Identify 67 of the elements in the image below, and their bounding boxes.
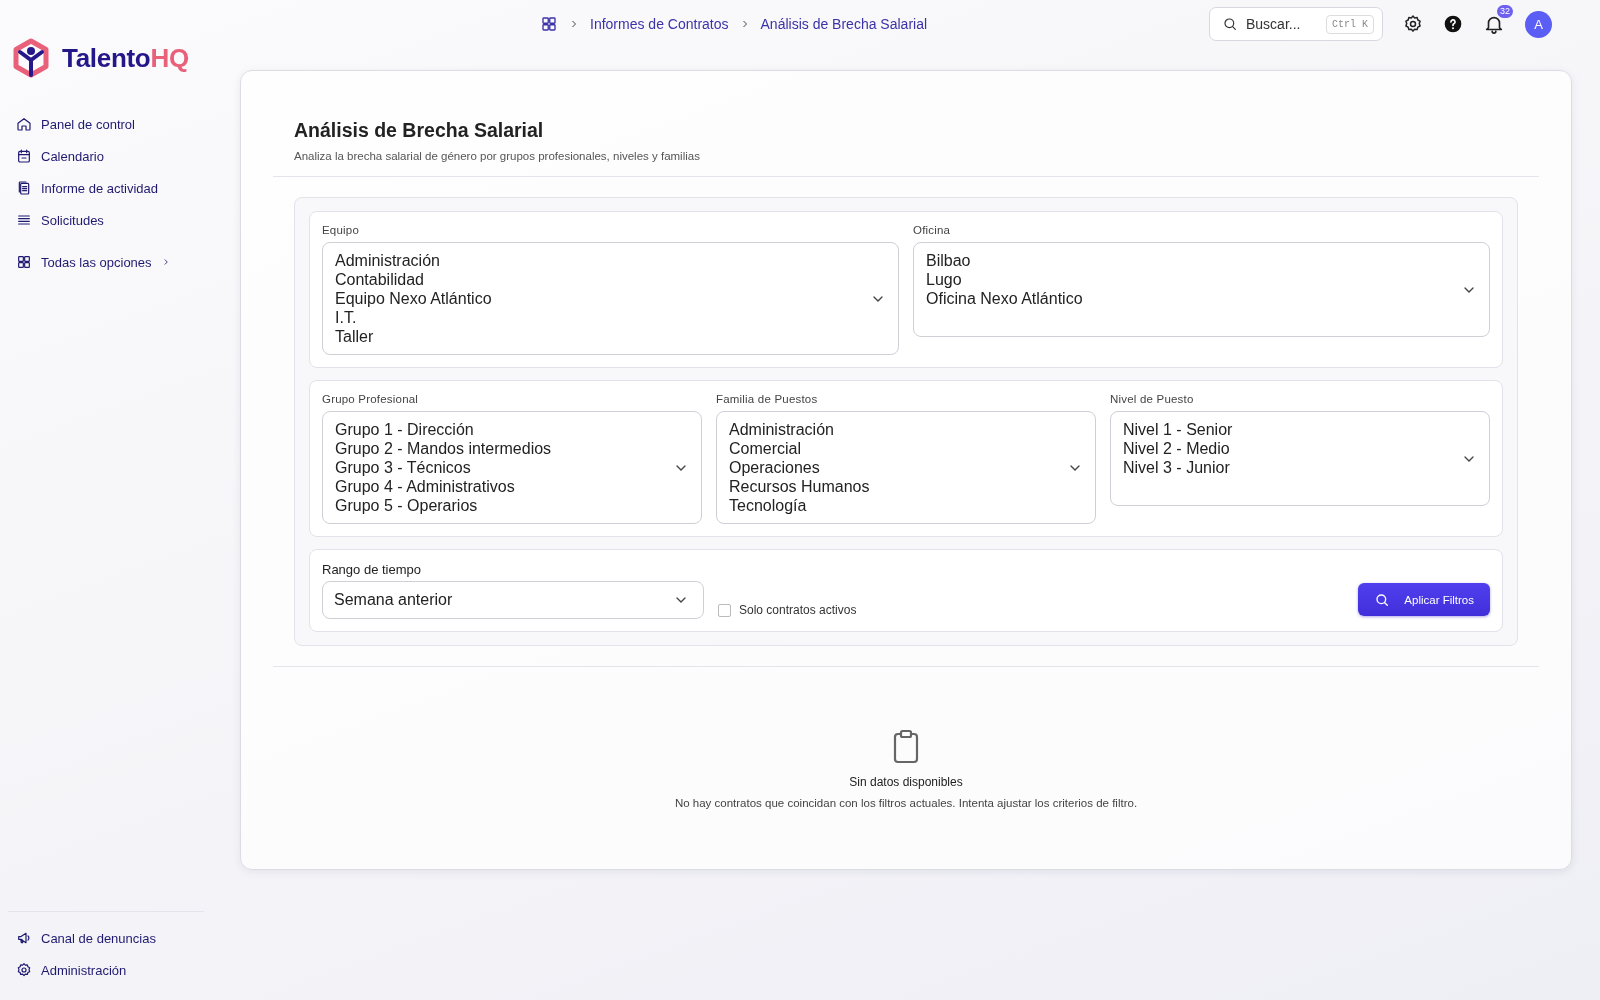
time-range-select[interactable]: Semana anterior [322, 581, 704, 619]
breadcrumb-link[interactable]: Análisis de Brecha Salarial [760, 16, 928, 32]
nav-item[interactable]: Administración [16, 954, 127, 986]
list-option[interactable]: Nivel 3 - Junior [1123, 458, 1230, 477]
nav-item[interactable]: Solicitudes [16, 204, 104, 236]
search-icon [1222, 16, 1238, 32]
field-label: Nivel de Puesto [1110, 393, 1195, 405]
field-label: Familia de Puestos [716, 393, 819, 405]
page-subtitle: Analiza la brecha salarial de género por grupos profesionales, niveles y familias [294, 150, 701, 162]
list-option[interactable]: Recursos Humanos [729, 477, 870, 496]
list-option[interactable]: Comercial [729, 439, 801, 458]
list-option[interactable]: Taller [335, 327, 374, 346]
field-label: Rango de tiempo [322, 562, 422, 577]
field-label: Oficina [913, 224, 952, 236]
list-option[interactable]: Administración [335, 251, 440, 270]
search-field[interactable]: Buscar... Ctrl K [1209, 7, 1383, 41]
nav-item[interactable]: Todas las opciones [16, 246, 171, 278]
list-option[interactable]: Grupo 4 - Administrativos [335, 477, 515, 496]
list-option[interactable]: Bilbao [926, 251, 971, 270]
brand-name: TalentoHQ [62, 42, 189, 74]
help-icon[interactable] [1443, 14, 1463, 34]
list-icon [16, 212, 32, 228]
settings-icon [16, 962, 32, 978]
list-option[interactable]: Grupo 2 - Mandos intermedios [335, 439, 552, 458]
multi-select-list[interactable]: Administración Comercial Operaciones Recursos Humanos Tecnología [716, 411, 1096, 524]
empty-state-title: Sin datos disponibles [849, 775, 963, 789]
grid-icon[interactable] [540, 15, 558, 33]
list-option[interactable]: Nivel 1 - Senior [1123, 420, 1233, 439]
checkbox-label: Solo contratos activos [739, 603, 857, 617]
list-option[interactable]: I.T. [335, 308, 357, 327]
list-option[interactable]: Grupo 5 - Operarios [335, 496, 478, 515]
list-option[interactable]: Oficina Nexo Atlántico [926, 289, 1083, 308]
calendar-icon [16, 148, 32, 164]
apply-filters-button[interactable]: Aplicar Filtros [1358, 583, 1490, 616]
list-option[interactable]: Operaciones [729, 458, 820, 477]
multi-select-list[interactable]: Grupo 1 - Dirección Grupo 2 - Mandos intermedios Grupo 3 - Técnicos Grupo 4 - Administrativos Grupo 5 - Operarios [322, 411, 702, 524]
empty-state-message: No hay contratos que coincidan con los filtros actuales. Intenta ajustar los criterios de filtro. [674, 797, 1138, 809]
page-title: Análisis de Brecha Salarial [294, 119, 545, 142]
multi-select-list[interactable]: Administración Contabilidad Equipo Nexo Atlántico I.T. Taller [322, 242, 899, 355]
multi-select-list[interactable]: Nivel 1 - Senior Nivel 2 - Medio Nivel 3 - Junior [1110, 411, 1490, 506]
field-label: Equipo [322, 224, 360, 236]
search-icon [1374, 591, 1391, 608]
list-option[interactable]: Grupo 1 - Dirección [335, 420, 474, 439]
avatar[interactable]: A [1525, 10, 1552, 38]
list-option[interactable]: Tecnología [729, 496, 807, 515]
home-icon [16, 116, 32, 132]
nav-item[interactable]: Calendario [16, 140, 104, 172]
documents-icon [16, 180, 32, 196]
multi-select-list[interactable]: Bilbao Lugo Oficina Nexo Atlántico [913, 242, 1490, 337]
checkbox[interactable] [718, 603, 731, 617]
grid-icon [16, 254, 32, 270]
settings-icon[interactable] [1403, 14, 1423, 34]
notification-badge: 32 [1497, 5, 1513, 18]
list-option[interactable]: Administración [729, 420, 834, 439]
list-option[interactable]: Lugo [926, 270, 962, 289]
nav-item[interactable]: Canal de denuncias [16, 922, 156, 954]
list-option[interactable]: Contabilidad [335, 270, 424, 289]
shortcut-hint: Ctrl K [1326, 14, 1374, 34]
nav-item[interactable]: Panel de control [16, 108, 135, 140]
breadcrumb-link[interactable]: Informes de Contratos [590, 16, 729, 32]
logo-icon [12, 38, 50, 78]
list-option[interactable]: Nivel 2 - Medio [1123, 439, 1230, 458]
list-option[interactable]: Equipo Nexo Atlántico [335, 289, 492, 308]
field-label: Grupo Profesional [322, 393, 420, 405]
megaphone-icon [16, 930, 32, 946]
list-option[interactable]: Grupo 3 - Técnicos [335, 458, 471, 477]
nav-item[interactable]: Informe de actividad [16, 172, 159, 204]
